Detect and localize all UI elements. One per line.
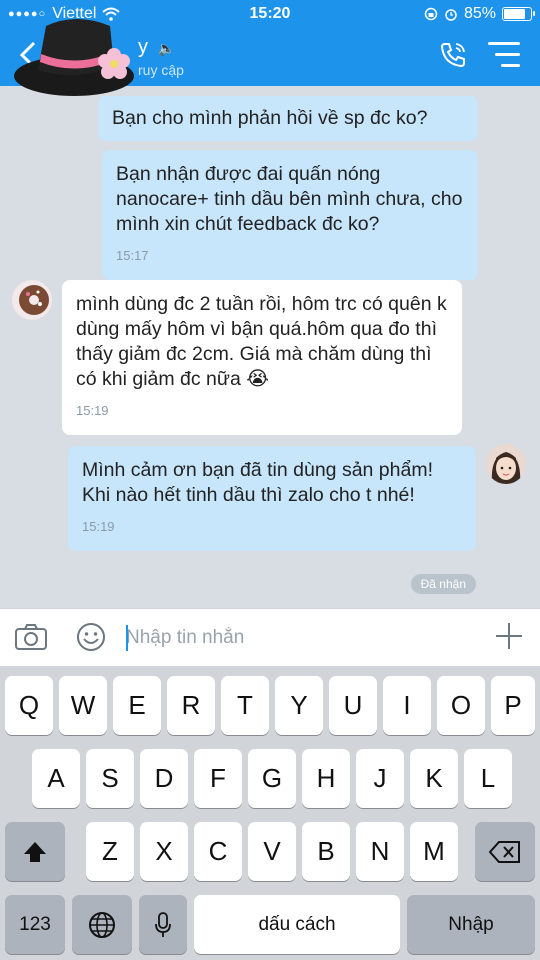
key-q[interactable]: Q — [5, 676, 53, 735]
hat-sticker-icon — [14, 19, 134, 96]
key-t[interactable]: T — [221, 676, 269, 735]
phone-icon — [440, 43, 465, 68]
message-bubble[interactable]: Mình cảm ơn bạn đã tin dùng sản phẩm! Kh… — [68, 446, 476, 551]
key-g[interactable]: G — [248, 749, 296, 808]
received-status-badge: Đã nhận — [410, 574, 476, 594]
key-j[interactable]: J — [356, 749, 404, 808]
key-m[interactable]: M — [410, 822, 458, 881]
key-c[interactable]: C — [194, 822, 242, 881]
menu-button[interactable] — [488, 42, 520, 70]
globe-icon — [89, 911, 115, 938]
key-v[interactable]: V — [248, 822, 296, 881]
microphone-icon — [155, 911, 171, 937]
key-z[interactable]: Z — [86, 822, 134, 881]
message-bubble[interactable]: Bạn nhận được đai quấn nóng nanocare+ ti… — [102, 150, 478, 280]
battery-percent: 85% — [463, 5, 496, 22]
return-key[interactable]: Nhập — [407, 895, 535, 954]
donut-avatar-icon — [12, 280, 52, 320]
text-caret — [126, 625, 128, 651]
message-bubble[interactable]: mình dùng đc 2 tuần rồi, hôm trc có quên… — [62, 280, 462, 435]
composer-bar — [0, 608, 540, 666]
message-text: Bạn nhận được đai quấn nóng nanocare+ ti… — [116, 163, 463, 235]
menu-icon — [488, 42, 520, 45]
rotation-lock-icon — [424, 7, 438, 21]
key-u[interactable]: U — [329, 676, 377, 735]
key-o[interactable]: O — [437, 676, 485, 735]
key-d[interactable]: D — [140, 749, 188, 808]
key-w[interactable]: W — [59, 676, 107, 735]
backspace-icon — [489, 840, 520, 863]
message-time: 15:19 — [76, 403, 109, 418]
speaker-icon: 🔈 — [157, 40, 175, 56]
emoji-icon[interactable] — [76, 622, 106, 652]
space-key[interactable]: dấu cách — [194, 895, 400, 954]
key-h[interactable]: H — [302, 749, 350, 808]
girl-avatar-icon — [486, 444, 526, 484]
key-x[interactable]: X — [140, 822, 188, 881]
contact-name-row[interactable]: y 🔈 — [138, 36, 175, 59]
message-text: Bạn cho mình phản hồi về sp đc ko? — [112, 107, 428, 129]
backspace-key[interactable] — [475, 822, 535, 881]
alarm-icon — [445, 9, 457, 21]
key-p[interactable]: P — [491, 676, 535, 735]
shift-key[interactable] — [5, 822, 65, 881]
globe-key[interactable] — [72, 895, 132, 954]
message-time: 15:19 — [82, 519, 115, 534]
key-a[interactable]: A — [32, 749, 80, 808]
key-r[interactable]: R — [167, 676, 215, 735]
key-l[interactable]: L — [464, 749, 512, 808]
numbers-key[interactable]: 123 — [5, 895, 65, 954]
camera-icon[interactable] — [14, 623, 48, 651]
key-y[interactable]: Y — [275, 676, 323, 735]
key-n[interactable]: N — [356, 822, 404, 881]
key-i[interactable]: I — [383, 676, 431, 735]
contact-status: ruy cập — [138, 62, 184, 78]
message-text: mình dùng đc 2 tuần rồi, hôm trc có quên… — [76, 293, 447, 390]
key-b[interactable]: B — [302, 822, 350, 881]
key-s[interactable]: S — [86, 749, 134, 808]
plus-icon[interactable] — [494, 621, 524, 651]
message-bubble[interactable]: Bạn cho mình phản hồi về sp đc ko? — [98, 96, 478, 141]
message-time: 15:17 — [116, 248, 149, 263]
chat-area[interactable]: Bạn cho mình phản hồi về sp đc ko? Bạn n… — [0, 86, 540, 608]
key-f[interactable]: F — [194, 749, 242, 808]
shift-icon — [24, 841, 46, 862]
dictation-key[interactable] — [139, 895, 187, 954]
message-input[interactable] — [126, 624, 466, 652]
call-button[interactable] — [436, 38, 470, 72]
key-e[interactable]: E — [113, 676, 161, 735]
battery-icon — [502, 7, 535, 21]
key-k[interactable]: K — [410, 749, 458, 808]
contact-avatar[interactable] — [12, 280, 52, 320]
keyboard: Q W E R T Y U I O P A S D F G H J K L Z … — [0, 666, 540, 960]
crying-emoji-icon: 😭 — [246, 368, 270, 390]
message-text: Mình cảm ơn bạn đã tin dùng sản phẩm! Kh… — [82, 459, 433, 506]
user-avatar[interactable] — [486, 444, 526, 484]
